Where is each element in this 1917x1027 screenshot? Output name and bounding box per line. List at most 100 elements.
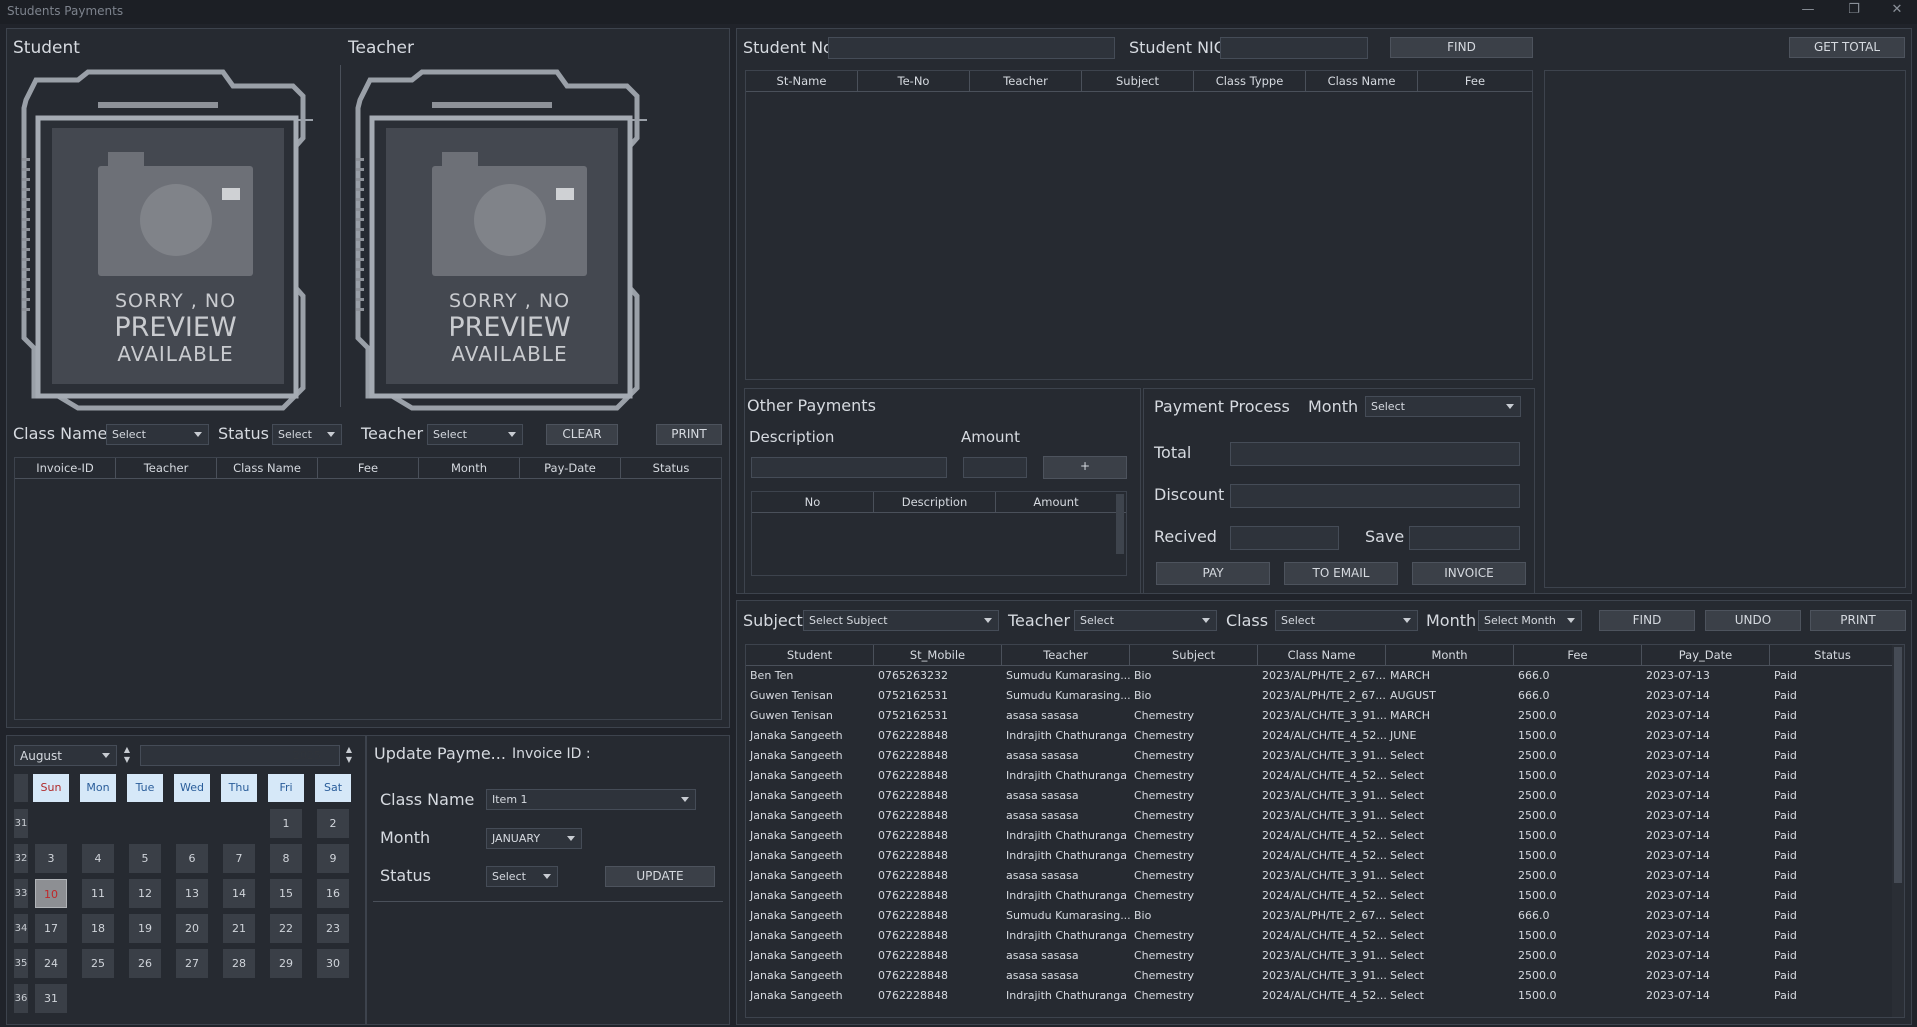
column-header[interactable]: Amount [996, 492, 1116, 512]
close-icon[interactable]: ✕ [1886, 2, 1908, 20]
column-header[interactable]: Status [1770, 645, 1895, 665]
calendar-day[interactable]: 16 [317, 879, 349, 908]
column-header[interactable]: No [752, 492, 874, 512]
calendar-day[interactable]: 19 [129, 914, 161, 943]
calendar-day[interactable]: 2 [317, 809, 349, 838]
table-row[interactable]: Janaka Sangeeth 0762228848 Indrajith Chath… [746, 826, 1904, 846]
calendar-day[interactable]: 31 [35, 984, 67, 1013]
print-payments-button[interactable]: PRINT [1810, 610, 1906, 631]
column-header[interactable]: Month [1386, 645, 1514, 665]
table-row[interactable]: Ben Ten 0765263232 Sumudu Kumarasing... Bio… [746, 666, 1904, 686]
scrollbar[interactable] [1116, 494, 1124, 554]
calendar-day[interactable]: 11 [82, 879, 114, 908]
get-total-button[interactable]: GET TOTAL [1789, 37, 1905, 58]
to-email-button[interactable]: TO EMAIL [1284, 562, 1398, 585]
status-select[interactable]: Select [272, 424, 342, 445]
calendar-day[interactable]: 22 [270, 914, 302, 943]
column-header[interactable]: Invoice-ID [15, 458, 116, 478]
calendar-year-spinner[interactable]: 2025 [140, 745, 340, 766]
teacher-photo[interactable]: SORRY , NO PREVIEW AVAILABLE [352, 68, 652, 413]
calendar-day[interactable]: 3 [35, 844, 67, 873]
table-row[interactable]: Janaka Sangeeth 0762228848 Sumudu Kumarasi… [746, 906, 1904, 926]
calendar-day[interactable]: 13 [176, 879, 208, 908]
column-header[interactable]: Subject [1130, 645, 1258, 665]
table-row[interactable]: Janaka Sangeeth 0762228848 Indrajith Chath… [746, 766, 1904, 786]
description-input[interactable] [751, 457, 947, 478]
clear-button[interactable]: CLEAR [546, 424, 618, 445]
minimize-icon[interactable]: — [1797, 2, 1819, 20]
calendar-day[interactable]: 30 [317, 949, 349, 978]
add-payment-button[interactable]: + [1043, 456, 1127, 479]
print-button[interactable]: PRINT [656, 424, 722, 445]
pay-button[interactable]: PAY [1156, 562, 1270, 585]
column-header[interactable]: Student [746, 645, 874, 665]
calendar-day[interactable]: 18 [82, 914, 114, 943]
calendar-day[interactable]: 17 [35, 914, 67, 943]
table-row[interactable]: Guwen Tenisan 0752162531 Sumudu Kumarasing… [746, 686, 1904, 706]
column-header[interactable]: Te-No [858, 71, 970, 91]
column-header[interactable]: Class Name [217, 458, 318, 478]
received-input[interactable] [1230, 526, 1339, 550]
column-header[interactable]: Fee [1514, 645, 1642, 665]
column-header[interactable]: Teacher [970, 71, 1082, 91]
update-month-select[interactable]: JANUARY [486, 828, 582, 849]
calendar-day-today[interactable]: 10 [35, 879, 67, 908]
update-button[interactable]: UPDATE [605, 866, 715, 887]
calendar-day[interactable]: 12 [129, 879, 161, 908]
table-row[interactable]: Janaka Sangeeth 0762228848 asasa sasasa Che… [746, 786, 1904, 806]
column-header[interactable]: Pay-Date [520, 458, 621, 478]
subject-select[interactable]: Select Subject [803, 610, 999, 631]
table-row[interactable]: Janaka Sangeeth 0762228848 asasa sasasa Che… [746, 746, 1904, 766]
column-header[interactable]: Class Name [1258, 645, 1386, 665]
column-header[interactable]: Teacher [116, 458, 217, 478]
discount-input[interactable] [1230, 484, 1520, 508]
teacher-bottom-select[interactable]: Select [1074, 610, 1217, 631]
update-class-name-select[interactable]: Item 1 [486, 789, 696, 810]
calendar-day[interactable]: 28 [223, 949, 255, 978]
calendar-day[interactable]: 8 [270, 844, 302, 873]
table-row[interactable]: Janaka Sangeeth 0762228848 asasa sasasa Che… [746, 946, 1904, 966]
column-header[interactable]: Pay_Date [1642, 645, 1770, 665]
calendar-day[interactable]: 24 [35, 949, 67, 978]
calendar-day[interactable]: 7 [223, 844, 255, 873]
other-payments-table[interactable]: No Description Amount [751, 491, 1127, 576]
column-header[interactable]: Class Typpe [1194, 71, 1306, 91]
calendar-day[interactable]: 9 [317, 844, 349, 873]
table-row[interactable]: Janaka Sangeeth 0762228848 Indrajith Chath… [746, 846, 1904, 866]
scrollbar-track[interactable] [1892, 645, 1904, 1017]
month-spinner-icon[interactable]: ▲ ▼ [121, 745, 133, 766]
column-header[interactable]: Teacher [1002, 645, 1130, 665]
teacher-select[interactable]: Select [427, 424, 523, 445]
restore-icon[interactable]: ❐ [1843, 2, 1865, 20]
calendar-day[interactable]: 26 [129, 949, 161, 978]
calendar-day[interactable]: 15 [270, 879, 302, 908]
table-row[interactable]: Janaka Sangeeth 0762228848 asasa sasasa Che… [746, 966, 1904, 986]
table-row[interactable]: Janaka Sangeeth 0762228848 Indrajith Chath… [746, 986, 1904, 1006]
month-select[interactable]: Select Month [1478, 610, 1582, 631]
column-header[interactable]: Description [874, 492, 996, 512]
calendar-day[interactable]: 6 [176, 844, 208, 873]
total-input[interactable] [1230, 442, 1520, 466]
column-header[interactable]: St-Name [746, 71, 858, 91]
calendar-day[interactable]: 29 [270, 949, 302, 978]
calendar-day[interactable]: 20 [176, 914, 208, 943]
column-header[interactable]: Fee [1418, 71, 1532, 91]
year-spinner-icon[interactable]: ▲ ▼ [343, 745, 355, 766]
student-photo[interactable]: SORRY , NO PREVIEW AVAILABLE [18, 68, 318, 413]
calendar-month-select[interactable]: August [14, 745, 117, 766]
calendar-day[interactable]: 14 [223, 879, 255, 908]
calendar-day[interactable]: 4 [82, 844, 114, 873]
table-row[interactable]: Janaka Sangeeth 0762228848 Indrajith Chath… [746, 726, 1904, 746]
calendar-day[interactable]: 21 [223, 914, 255, 943]
class-name-select[interactable]: Select [106, 424, 209, 445]
class-select[interactable]: Select [1275, 610, 1418, 631]
update-status-select[interactable]: Select [486, 866, 558, 887]
column-header[interactable]: Month [419, 458, 520, 478]
table-row[interactable]: Janaka Sangeeth 0762228848 Indrajith Chath… [746, 926, 1904, 946]
amount-input[interactable] [963, 457, 1027, 478]
calendar-day[interactable]: 25 [82, 949, 114, 978]
undo-button[interactable]: UNDO [1705, 610, 1801, 631]
table-row[interactable]: Guwen Tenisan 0752162531 asasa sasasa Cheme… [746, 706, 1904, 726]
calendar-day[interactable]: 23 [317, 914, 349, 943]
column-header[interactable]: Status [621, 458, 721, 478]
